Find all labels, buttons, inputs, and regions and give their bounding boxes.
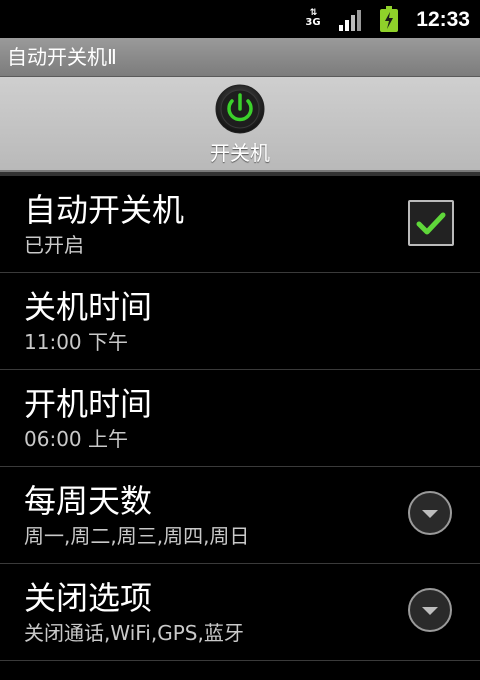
signal-icon: [339, 10, 361, 31]
setting-shutdown-time[interactable]: 关机时间 11:00 下午: [0, 273, 480, 370]
battery-charging-icon: [380, 6, 398, 32]
setting-weekdays[interactable]: 每周天数 周一,周二,周三,周四,周日: [0, 467, 480, 564]
chevron-down-icon[interactable]: [408, 588, 452, 632]
setting-summary: 已开启: [24, 233, 84, 257]
title-bar: 自动开关机Ⅱ: [0, 38, 480, 77]
setting-summary: 11:00 下午: [24, 330, 128, 354]
setting-title: 开机时间: [24, 385, 153, 423]
power-toggle-panel[interactable]: 开关机: [0, 77, 480, 172]
setting-summary: 06:00 上午: [24, 427, 128, 451]
setting-title: 关机时间: [24, 288, 153, 326]
setting-title: 关闭选项: [24, 579, 153, 617]
setting-title: 自动开关机: [24, 191, 185, 229]
status-time: 12:33: [416, 8, 470, 31]
setting-title: 每周天数: [24, 482, 153, 520]
setting-summary: 关闭通话,WiFi,GPS,蓝牙: [24, 621, 244, 645]
power-icon[interactable]: [215, 84, 265, 134]
settings-list: 自动开关机 已开启 关机时间 11:00 下午 开机时间 06:00 上午 每周…: [0, 176, 480, 661]
setting-summary: 周一,周二,周三,周四,周日: [24, 524, 250, 548]
chevron-down-icon[interactable]: [408, 491, 452, 535]
checkmark-icon: [416, 212, 446, 235]
status-bar: ⇅ 3G 12:33: [0, 0, 480, 38]
app-title: 自动开关机Ⅱ: [7, 45, 117, 69]
power-label: 开关机: [210, 141, 270, 165]
network-3g-icon: ⇅ 3G: [305, 8, 321, 28]
setting-boot-time[interactable]: 开机时间 06:00 上午: [0, 370, 480, 467]
auto-power-checkbox[interactable]: [408, 200, 454, 246]
setting-close-options[interactable]: 关闭选项 关闭通话,WiFi,GPS,蓝牙: [0, 564, 480, 661]
setting-auto-power[interactable]: 自动开关机 已开启: [0, 176, 480, 273]
